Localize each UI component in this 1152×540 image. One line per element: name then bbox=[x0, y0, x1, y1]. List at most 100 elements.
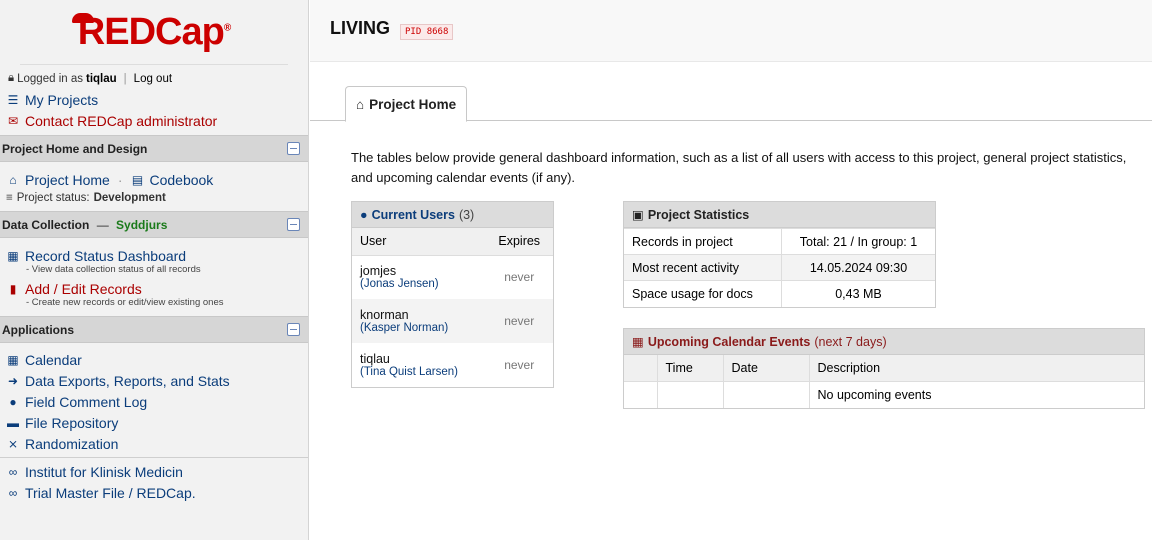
current-users-count: (3) bbox=[458, 207, 475, 222]
folder-icon: ▬ bbox=[7, 415, 19, 430]
contact-admin-label: Contact REDCap administrator bbox=[25, 112, 218, 129]
project-home-codebook-row: ⌂ Project Home · ▤ Codebook bbox=[0, 169, 308, 190]
link-icon: ∞ bbox=[8, 464, 18, 479]
bookmark-trial-master-link[interactable]: ∞ Trial Master File / REDCap. bbox=[0, 482, 308, 503]
column-header-user: User bbox=[352, 228, 486, 256]
shuffle-icon: ⨯ bbox=[7, 436, 19, 451]
section-title: Applications bbox=[2, 322, 75, 337]
app-label: Calendar bbox=[25, 351, 82, 368]
table-row: Space usage for docs 0,43 MB bbox=[624, 280, 935, 307]
main-content: LIVING PID 8668 ⌂ Project Home The table… bbox=[310, 0, 1152, 540]
stat-value: 0,43 MB bbox=[780, 280, 935, 307]
file-icon: ▮ bbox=[9, 281, 17, 296]
stat-label: Space usage for docs bbox=[624, 280, 782, 307]
user-expires: never bbox=[504, 270, 535, 285]
tab-label: Project Home bbox=[369, 96, 457, 112]
user-expires: never bbox=[504, 358, 535, 372]
upcoming-events-header: ▦ Upcoming Calendar Events (next 7 days) bbox=[624, 329, 1144, 355]
project-statistics-header: ▣ Project Statistics bbox=[624, 202, 935, 228]
logo-text: REDCap bbox=[77, 10, 225, 53]
lock-icon: 🔒︎ bbox=[8, 72, 15, 84]
project-statistics-title: Project Statistics bbox=[647, 207, 750, 222]
add-edit-label: Add / Edit Records bbox=[25, 280, 142, 297]
section-applications: Applications bbox=[0, 316, 308, 343]
record-status-label: Record Status Dashboard bbox=[25, 247, 187, 264]
section-project-home-design: Project Home and Design bbox=[0, 135, 308, 162]
table-row: jomjes (Jonas Jensen) never bbox=[352, 255, 553, 299]
redcap-logo[interactable]: REDCap® bbox=[0, 0, 308, 64]
project-status-label: Project status: bbox=[16, 192, 90, 204]
clipboard-icon: ▣ bbox=[632, 208, 644, 222]
upcoming-events-panel: ▦ Upcoming Calendar Events (next 7 days)… bbox=[623, 328, 1145, 409]
project-id-badge: PID 8668 bbox=[400, 24, 454, 40]
book-icon: ▤ bbox=[131, 172, 144, 187]
layers-icon: ≡ bbox=[6, 192, 13, 204]
column-header-expires: Expires bbox=[485, 228, 553, 256]
home-icon: ⌂ bbox=[356, 96, 365, 112]
comments-icon: ● bbox=[9, 394, 17, 409]
contact-admin-link[interactable]: ✉ Contact REDCap administrator bbox=[0, 110, 308, 131]
tab-project-home[interactable]: ⌂ Project Home bbox=[345, 86, 468, 122]
bookmark-label: Institut for Klinisk Medicin bbox=[25, 463, 183, 480]
app-label: Data Exports, Reports, and Stats bbox=[25, 372, 230, 389]
current-users-title: Current Users bbox=[371, 207, 455, 222]
table-row: Records in project Total: 21 / In group:… bbox=[624, 228, 935, 255]
envelope-icon: ✉ bbox=[7, 113, 19, 128]
list-icon: ☰ bbox=[7, 92, 19, 107]
app-randomization-link[interactable]: ⨯ Randomization bbox=[0, 433, 308, 454]
user-fullname[interactable]: (Jonas Jensen) bbox=[360, 278, 477, 290]
codebook-link[interactable]: Codebook bbox=[149, 172, 213, 188]
current-users-table: User Expires jomjes (Jonas Jensen) never … bbox=[352, 228, 553, 387]
user-icon: ● bbox=[360, 207, 368, 222]
column-header-blank bbox=[624, 355, 657, 382]
collapse-icon[interactable] bbox=[287, 142, 300, 155]
my-projects-link[interactable]: ☰ My Projects bbox=[0, 89, 308, 110]
intro-text: The tables below provide general dashboa… bbox=[351, 150, 1127, 185]
calendar-icon: ▦ bbox=[632, 335, 644, 349]
home-icon: ⌂ bbox=[9, 172, 17, 187]
login-username: tiqlau bbox=[86, 72, 117, 85]
upcoming-events-range: (next 7 days) bbox=[814, 334, 887, 349]
project-statistics-panel: ▣ Project Statistics Records in project … bbox=[623, 201, 936, 308]
app-label: Field Comment Log bbox=[25, 393, 148, 410]
app-data-exports-link[interactable]: ➜ Data Exports, Reports, and Stats bbox=[0, 370, 308, 391]
project-home-link[interactable]: Project Home bbox=[25, 172, 110, 188]
user-fullname[interactable]: (Tina Quist Larsen) bbox=[360, 366, 477, 378]
user-username: tiqlau bbox=[360, 352, 390, 366]
column-header-date: Date bbox=[722, 355, 809, 382]
record-status-sub: - View data collection status of all rec… bbox=[26, 264, 201, 275]
table-row: Most recent activity 14.05.2024 09:30 bbox=[624, 254, 935, 281]
sidebar: REDCap® 🔒︎ Logged in as tiqlau | Log out… bbox=[0, 0, 309, 540]
collapse-icon[interactable] bbox=[287, 218, 300, 231]
table-row: No upcoming events bbox=[624, 381, 1144, 408]
project-status: ≡ Project status: Development bbox=[0, 190, 308, 206]
stat-value: Total: 21 / In group: 1 bbox=[780, 228, 935, 255]
add-edit-records-link[interactable]: ▮ Add / Edit Records bbox=[0, 278, 308, 299]
no-events-text: No upcoming events bbox=[808, 381, 1144, 408]
table-row: knorman (Kasper Norman) never bbox=[352, 299, 553, 343]
user-expires: never bbox=[485, 299, 553, 343]
project-status-value: Development bbox=[93, 192, 166, 204]
user-username: jomjes bbox=[360, 264, 397, 279]
add-edit-sub: - Create new records or edit/view existi… bbox=[26, 297, 224, 308]
record-status-dashboard-link[interactable]: ▦ Record Status Dashboard bbox=[0, 245, 308, 266]
project-header: LIVING PID 8668 bbox=[310, 0, 1152, 62]
app-calendar-link[interactable]: ▦ Calendar bbox=[0, 349, 308, 370]
bookmark-institut-link[interactable]: ∞ Institut for Klinisk Medicin bbox=[0, 461, 308, 482]
project-title: LIVING bbox=[330, 18, 391, 38]
app-label: File Repository bbox=[25, 414, 119, 431]
app-label: Randomization bbox=[25, 435, 119, 452]
logout-link[interactable]: Log out bbox=[134, 73, 172, 85]
app-file-repository-link[interactable]: ▬ File Repository bbox=[0, 412, 308, 433]
calendar-icon: ▦ bbox=[7, 352, 19, 367]
stat-label: Most recent activity bbox=[624, 254, 782, 281]
bookmark-label: Trial Master File / REDCap. bbox=[25, 484, 196, 501]
project-statistics-table: Records in project Total: 21 / In group:… bbox=[624, 228, 935, 307]
app-field-comment-log-link[interactable]: ● Field Comment Log bbox=[0, 391, 308, 412]
user-fullname[interactable]: (Kasper Norman) bbox=[360, 322, 477, 334]
upcoming-events-table: Time Date Description No upcoming events bbox=[624, 355, 1144, 408]
my-projects-label: My Projects bbox=[25, 91, 99, 108]
table-row: tiqlau (Tina Quist Larsen) never bbox=[352, 343, 553, 387]
logo-hat-icon bbox=[71, 12, 94, 23]
collapse-icon[interactable] bbox=[287, 323, 300, 336]
